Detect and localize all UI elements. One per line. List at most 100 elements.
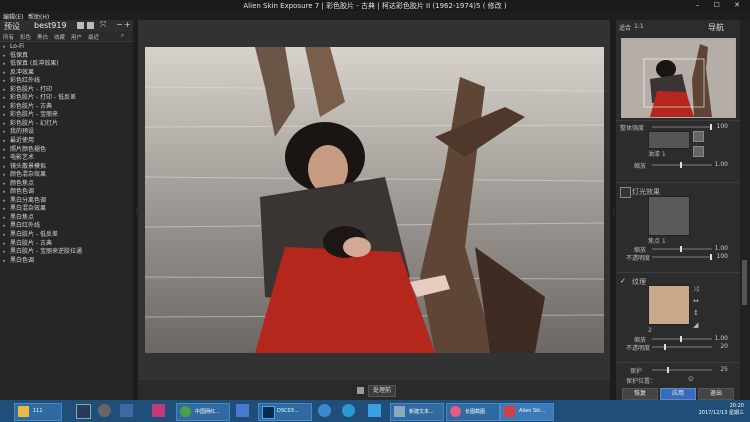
protect-slider[interactable] <box>652 367 712 373</box>
fit-zoom-button[interactable]: 适合 <box>619 23 631 32</box>
tab-bw[interactable]: 黑白 <box>37 33 48 41</box>
light-opacity-slider[interactable] <box>652 254 712 260</box>
navigator-thumbnail[interactable] <box>621 38 736 118</box>
cloud-icon[interactable] <box>368 404 381 417</box>
texture2-name[interactable]: 2 <box>648 327 652 334</box>
preset-folder[interactable]: 电影艺术 <box>0 154 133 163</box>
presets-header: 预设 best919 ⤧ − + <box>0 20 133 32</box>
light-effects-checkbox[interactable] <box>620 187 631 198</box>
add-preset-icon[interactable]: + <box>124 20 131 29</box>
right-panel-scrollbar[interactable] <box>740 20 750 400</box>
preset-folder[interactable]: Lo-Fi <box>0 43 133 52</box>
texture-pin-icon[interactable] <box>693 131 704 142</box>
invert-icon[interactable]: ◢ <box>693 321 698 329</box>
view-grid-icon[interactable] <box>77 22 84 29</box>
preset-folder[interactable]: 颜色混杂效果 <box>0 171 133 180</box>
preset-folder[interactable]: 我的预设 <box>0 128 133 137</box>
preset-folder[interactable]: 颜色色调 <box>0 188 133 197</box>
scrollbar-thumb[interactable] <box>742 260 747 305</box>
tab-recent[interactable]: 最近 <box>88 33 99 41</box>
system-clock[interactable]: 20:20 2017/12/13 星期三 <box>699 403 744 417</box>
app-icon[interactable] <box>342 404 355 417</box>
preset-folder[interactable]: 黑白色调 <box>0 257 133 266</box>
collapse-icon[interactable]: ⤧ <box>100 20 106 30</box>
overall-strength-value[interactable]: 100 <box>712 123 728 130</box>
texture-rotate-icon[interactable] <box>693 146 704 157</box>
tab-favorites[interactable]: 收藏 <box>54 33 65 41</box>
slider-knob[interactable] <box>664 344 666 350</box>
app-icon[interactable] <box>120 404 133 417</box>
app-icon[interactable] <box>318 404 331 417</box>
preset-folder[interactable]: 彩色胶片 - 打印 - 低反差 <box>0 94 133 103</box>
protect-value[interactable]: 25 <box>712 366 728 373</box>
window-controls[interactable]: – ☐ ✕ <box>696 1 746 9</box>
texture-enabled-check-icon[interactable]: ✓ <box>620 277 626 285</box>
preset-name[interactable]: best919 <box>34 21 67 30</box>
one-to-one-zoom-button[interactable]: 1:1 <box>634 23 644 30</box>
texture1-name[interactable]: 油漆 1 <box>648 149 666 158</box>
light-name[interactable]: 焦点 1 <box>648 236 666 245</box>
shuffle-icon[interactable]: ⤨ <box>693 285 699 294</box>
flip-horizontal-icon[interactable]: ↔ <box>693 297 699 305</box>
preset-folder[interactable]: 镜头散景模拟 <box>0 163 133 172</box>
remove-preset-icon[interactable]: − <box>116 20 123 29</box>
preset-folder[interactable]: 最近使用 <box>0 137 133 146</box>
preview-photo[interactable] <box>145 47 604 353</box>
flip-vertical-icon[interactable]: ↕ <box>693 309 699 317</box>
tex-scale-slider[interactable] <box>652 336 712 342</box>
preset-folder[interactable]: 反冲效果 <box>0 69 133 78</box>
texture2-preview[interactable] <box>648 285 690 325</box>
tab-color[interactable]: 彩色 <box>20 33 31 41</box>
preset-folder[interactable]: 照片颜色褪色 <box>0 146 133 155</box>
app-icon[interactable] <box>236 404 249 417</box>
light-opacity-value[interactable]: 100 <box>712 253 728 260</box>
slider-knob[interactable] <box>680 336 682 342</box>
preset-folder[interactable]: 颜色焦点 <box>0 180 133 189</box>
light-preview[interactable] <box>648 196 690 236</box>
lightroom-icon[interactable] <box>76 404 91 419</box>
split-view-toggle[interactable] <box>357 387 364 394</box>
reset-button[interactable]: 恢复 <box>622 388 658 400</box>
tex-opacity-value[interactable]: 20 <box>712 343 728 350</box>
taskbar-browser[interactable]: 中国网红... <box>176 403 230 421</box>
taskbar-photoshop[interactable]: DSC03... <box>258 403 312 421</box>
slider-knob[interactable] <box>680 162 682 168</box>
preset-folder[interactable]: 彩色胶片 - 宝丽来 <box>0 111 133 120</box>
light-scale-slider[interactable] <box>652 246 712 252</box>
target-icon[interactable]: ⊙ <box>688 375 694 383</box>
preset-folder[interactable]: 彩色红外线 <box>0 77 133 86</box>
camera-icon[interactable] <box>98 404 111 417</box>
scale1-slider[interactable] <box>652 162 712 168</box>
preset-folder[interactable]: 黑白胶片 - 宝丽来逆胶拉通 <box>0 248 133 257</box>
slider-knob[interactable] <box>667 367 669 373</box>
taskbar-folder[interactable]: 111 <box>14 403 62 421</box>
taskbar-label: Alien Ski... <box>519 408 546 414</box>
taskbar-notepad[interactable]: 新建文本... <box>390 403 444 421</box>
preset-folder[interactable]: 黑白胶片 - 古典 <box>0 240 133 249</box>
preset-folder[interactable]: 彩色胶片 - 打印 <box>0 86 133 95</box>
view-list-icon[interactable] <box>87 22 94 29</box>
taskbar-exposure[interactable]: Alien Ski... <box>500 403 554 421</box>
preset-folder[interactable]: 黑白混杂效果 <box>0 205 133 214</box>
slider-knob[interactable] <box>680 246 682 252</box>
notepad-icon <box>394 406 405 417</box>
preset-folder[interactable]: 黑白红外线 <box>0 222 133 231</box>
tab-all[interactable]: 所有 <box>3 33 14 41</box>
tex-scale-value[interactable]: 1.00 <box>712 335 728 342</box>
taskbar-screenshot[interactable]: 长图截图 <box>446 403 500 421</box>
preset-folder[interactable]: 低保真 <box>0 52 133 61</box>
exit-button[interactable]: 退出 <box>698 388 734 400</box>
app-icon[interactable] <box>152 404 165 417</box>
scale1-value[interactable]: 1.00 <box>712 161 728 168</box>
apply-button[interactable]: 应用 <box>660 388 696 400</box>
overall-strength-slider[interactable] <box>652 124 712 130</box>
preset-folder[interactable]: 低保真 (反冲效果) <box>0 60 133 69</box>
texture-preview[interactable] <box>648 131 690 149</box>
tex-opacity-slider[interactable] <box>652 344 712 350</box>
before-button[interactable]: 处理前 <box>368 385 397 397</box>
light-scale-value[interactable]: 1.00 <box>712 245 728 252</box>
tab-user[interactable]: 用户 <box>71 33 82 41</box>
preset-folder[interactable]: 黑白胶片 - 低反差 <box>0 231 133 240</box>
preset-tabs: 所有 彩色 黑白 收藏 用户 最近 ⌕ <box>0 32 133 42</box>
search-icon[interactable]: ⌕ <box>121 33 124 40</box>
